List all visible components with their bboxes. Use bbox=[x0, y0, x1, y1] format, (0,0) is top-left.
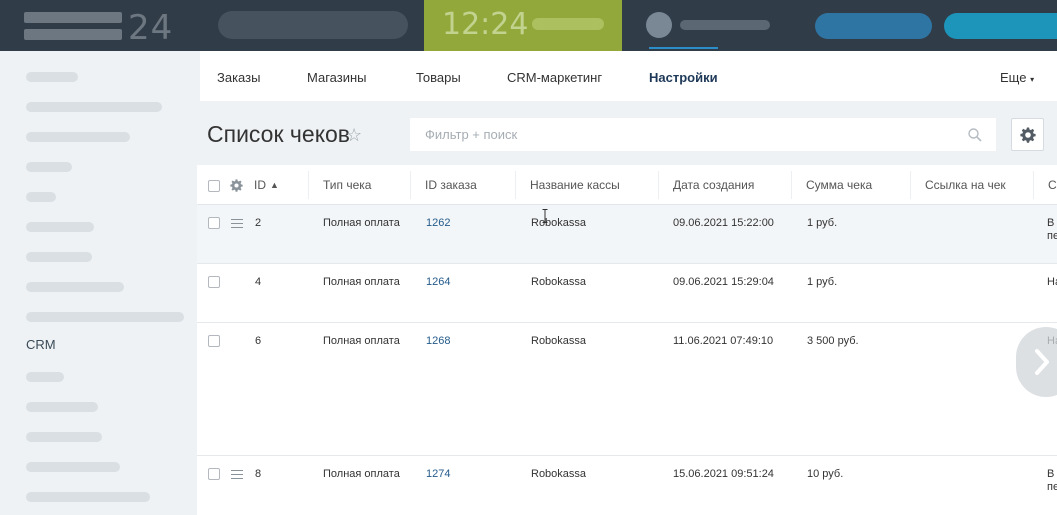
column-header-status[interactable]: С bbox=[1048, 178, 1057, 192]
receipts-grid: ID ▲ Тип чека ID заказа Название кассы Д… bbox=[197, 165, 1057, 515]
cell-type: Полная оплата bbox=[323, 335, 400, 347]
active-tab-indicator bbox=[649, 47, 718, 49]
tab-more-label: Еще bbox=[1000, 70, 1027, 85]
left-menu-item[interactable] bbox=[26, 192, 56, 202]
text-cursor-icon bbox=[542, 209, 548, 223]
column-settings-icon[interactable] bbox=[230, 179, 243, 192]
column-header-link[interactable]: Ссылка на чек bbox=[925, 178, 1006, 192]
grid-settings-button[interactable] bbox=[1011, 118, 1044, 151]
left-menu-item[interactable] bbox=[26, 402, 98, 412]
order-link[interactable]: 1264 bbox=[426, 276, 450, 288]
left-menu-item[interactable] bbox=[26, 132, 130, 142]
logo-number: 24 bbox=[128, 8, 174, 48]
header-button-primary[interactable] bbox=[815, 13, 932, 39]
search-icon[interactable] bbox=[967, 127, 983, 143]
header-search-input[interactable] bbox=[218, 11, 408, 39]
top-bar: 24 12:24 bbox=[0, 0, 1057, 51]
cell-created: 11.06.2021 07:49:10 bbox=[673, 335, 774, 347]
cell-cashbox: Robokassa bbox=[531, 217, 587, 229]
cell-cashbox: Robokassa bbox=[531, 335, 587, 347]
left-menu-item[interactable] bbox=[26, 312, 184, 322]
cell-created: 15.06.2021 09:51:24 bbox=[673, 468, 774, 480]
left-menu-item[interactable] bbox=[26, 222, 94, 232]
select-all-checkbox[interactable] bbox=[208, 180, 220, 192]
user-name[interactable] bbox=[680, 20, 770, 30]
left-menu-item[interactable] bbox=[26, 162, 72, 172]
cell-id: 2 bbox=[255, 217, 262, 229]
cell-status: На bbox=[1047, 276, 1057, 288]
left-menu-item[interactable] bbox=[26, 102, 162, 112]
cell-status: В bbox=[1047, 468, 1055, 480]
chevron-right-icon bbox=[1035, 349, 1049, 375]
chevron-down-icon: ▾ bbox=[1030, 75, 1035, 84]
left-menu-item[interactable] bbox=[26, 372, 64, 382]
clock-widget[interactable]: 12:24 bbox=[424, 0, 622, 51]
column-header-order-id[interactable]: ID заказа bbox=[425, 178, 477, 192]
cell-id: 6 bbox=[255, 335, 262, 347]
cell-status-line2: пе bbox=[1047, 481, 1057, 493]
column-header-created[interactable]: Дата создания bbox=[673, 178, 754, 192]
gear-icon bbox=[1019, 127, 1036, 143]
left-menu-item[interactable] bbox=[26, 492, 150, 502]
cell-sum: 1 руб. bbox=[807, 217, 838, 229]
column-header-id[interactable]: ID bbox=[254, 178, 266, 192]
row-checkbox[interactable] bbox=[208, 468, 220, 480]
cell-sum: 1 руб. bbox=[807, 276, 838, 288]
column-header-cashbox[interactable]: Название кассы bbox=[530, 178, 620, 192]
left-menu-item[interactable] bbox=[26, 282, 124, 292]
order-link[interactable]: 1274 bbox=[426, 468, 450, 480]
bitrix24-logo[interactable]: 24 bbox=[24, 8, 184, 48]
cell-status: В bbox=[1047, 217, 1055, 229]
cell-sum: 10 руб. bbox=[807, 468, 844, 480]
column-header-type[interactable]: Тип чека bbox=[323, 178, 371, 192]
cell-id: 8 bbox=[255, 468, 262, 480]
row-menu-icon[interactable] bbox=[231, 219, 243, 228]
filter-placeholder: Фильтр + поиск bbox=[425, 127, 518, 142]
cell-sum: 3 500 руб. bbox=[807, 335, 859, 347]
tab-products[interactable]: Товары bbox=[416, 70, 461, 85]
table-row[interactable]: 6 Полная оплата 1268 Robokassa 11.06.202… bbox=[197, 323, 1057, 456]
left-menu: CRM bbox=[0, 51, 197, 515]
left-menu-item-crm[interactable]: CRM bbox=[26, 337, 56, 352]
cell-created: 09.06.2021 15:22:00 bbox=[673, 217, 774, 229]
grid-header: ID ▲ Тип чека ID заказа Название кассы Д… bbox=[197, 165, 1057, 205]
page-title: Список чеков bbox=[207, 121, 351, 147]
row-checkbox[interactable] bbox=[208, 335, 220, 347]
cell-id: 4 bbox=[255, 276, 262, 288]
tab-crm-marketing[interactable]: CRM-маркетинг bbox=[507, 70, 602, 85]
row-checkbox[interactable] bbox=[208, 276, 220, 288]
cell-status-line2: пе bbox=[1047, 230, 1057, 242]
clock-time: 12:24 bbox=[442, 7, 529, 42]
table-row[interactable]: 4 Полная оплата 1264 Robokassa 09.06.202… bbox=[197, 264, 1057, 323]
cell-created: 09.06.2021 15:29:04 bbox=[673, 276, 774, 288]
sort-ascending-icon: ▲ bbox=[270, 180, 279, 190]
left-menu-item[interactable] bbox=[26, 72, 78, 82]
tab-shops[interactable]: Магазины bbox=[307, 70, 367, 85]
table-row[interactable]: 2 Полная оплата 1262 Robokassa 09.06.202… bbox=[197, 205, 1057, 264]
top-tabs: Заказы Магазины Товары CRM-маркетинг Нас… bbox=[200, 51, 1057, 101]
cell-type: Полная оплата bbox=[323, 217, 400, 229]
header-button-secondary[interactable] bbox=[944, 13, 1057, 39]
left-menu-item[interactable] bbox=[26, 432, 102, 442]
cell-type: Полная оплата bbox=[323, 276, 400, 288]
tab-more-menu[interactable]: Еще ▾ bbox=[1000, 70, 1034, 85]
cell-cashbox: Robokassa bbox=[531, 276, 587, 288]
user-avatar[interactable] bbox=[646, 12, 672, 38]
left-menu-item[interactable] bbox=[26, 252, 92, 262]
order-link[interactable]: 1268 bbox=[426, 335, 450, 347]
row-menu-icon[interactable] bbox=[231, 470, 243, 479]
left-menu-item[interactable] bbox=[26, 462, 120, 472]
order-link[interactable]: 1262 bbox=[426, 217, 450, 229]
clock-status bbox=[532, 18, 604, 30]
tab-settings[interactable]: Настройки bbox=[649, 70, 718, 85]
cell-type: Полная оплата bbox=[323, 468, 400, 480]
tab-orders[interactable]: Заказы bbox=[217, 70, 260, 85]
row-checkbox[interactable] bbox=[208, 217, 220, 229]
star-icon[interactable]: ☆ bbox=[346, 126, 362, 144]
table-row[interactable]: 8 Полная оплата 1274 Robokassa 15.06.202… bbox=[197, 456, 1057, 515]
column-header-sum[interactable]: Сумма чека bbox=[806, 178, 872, 192]
cell-cashbox: Robokassa bbox=[531, 468, 587, 480]
